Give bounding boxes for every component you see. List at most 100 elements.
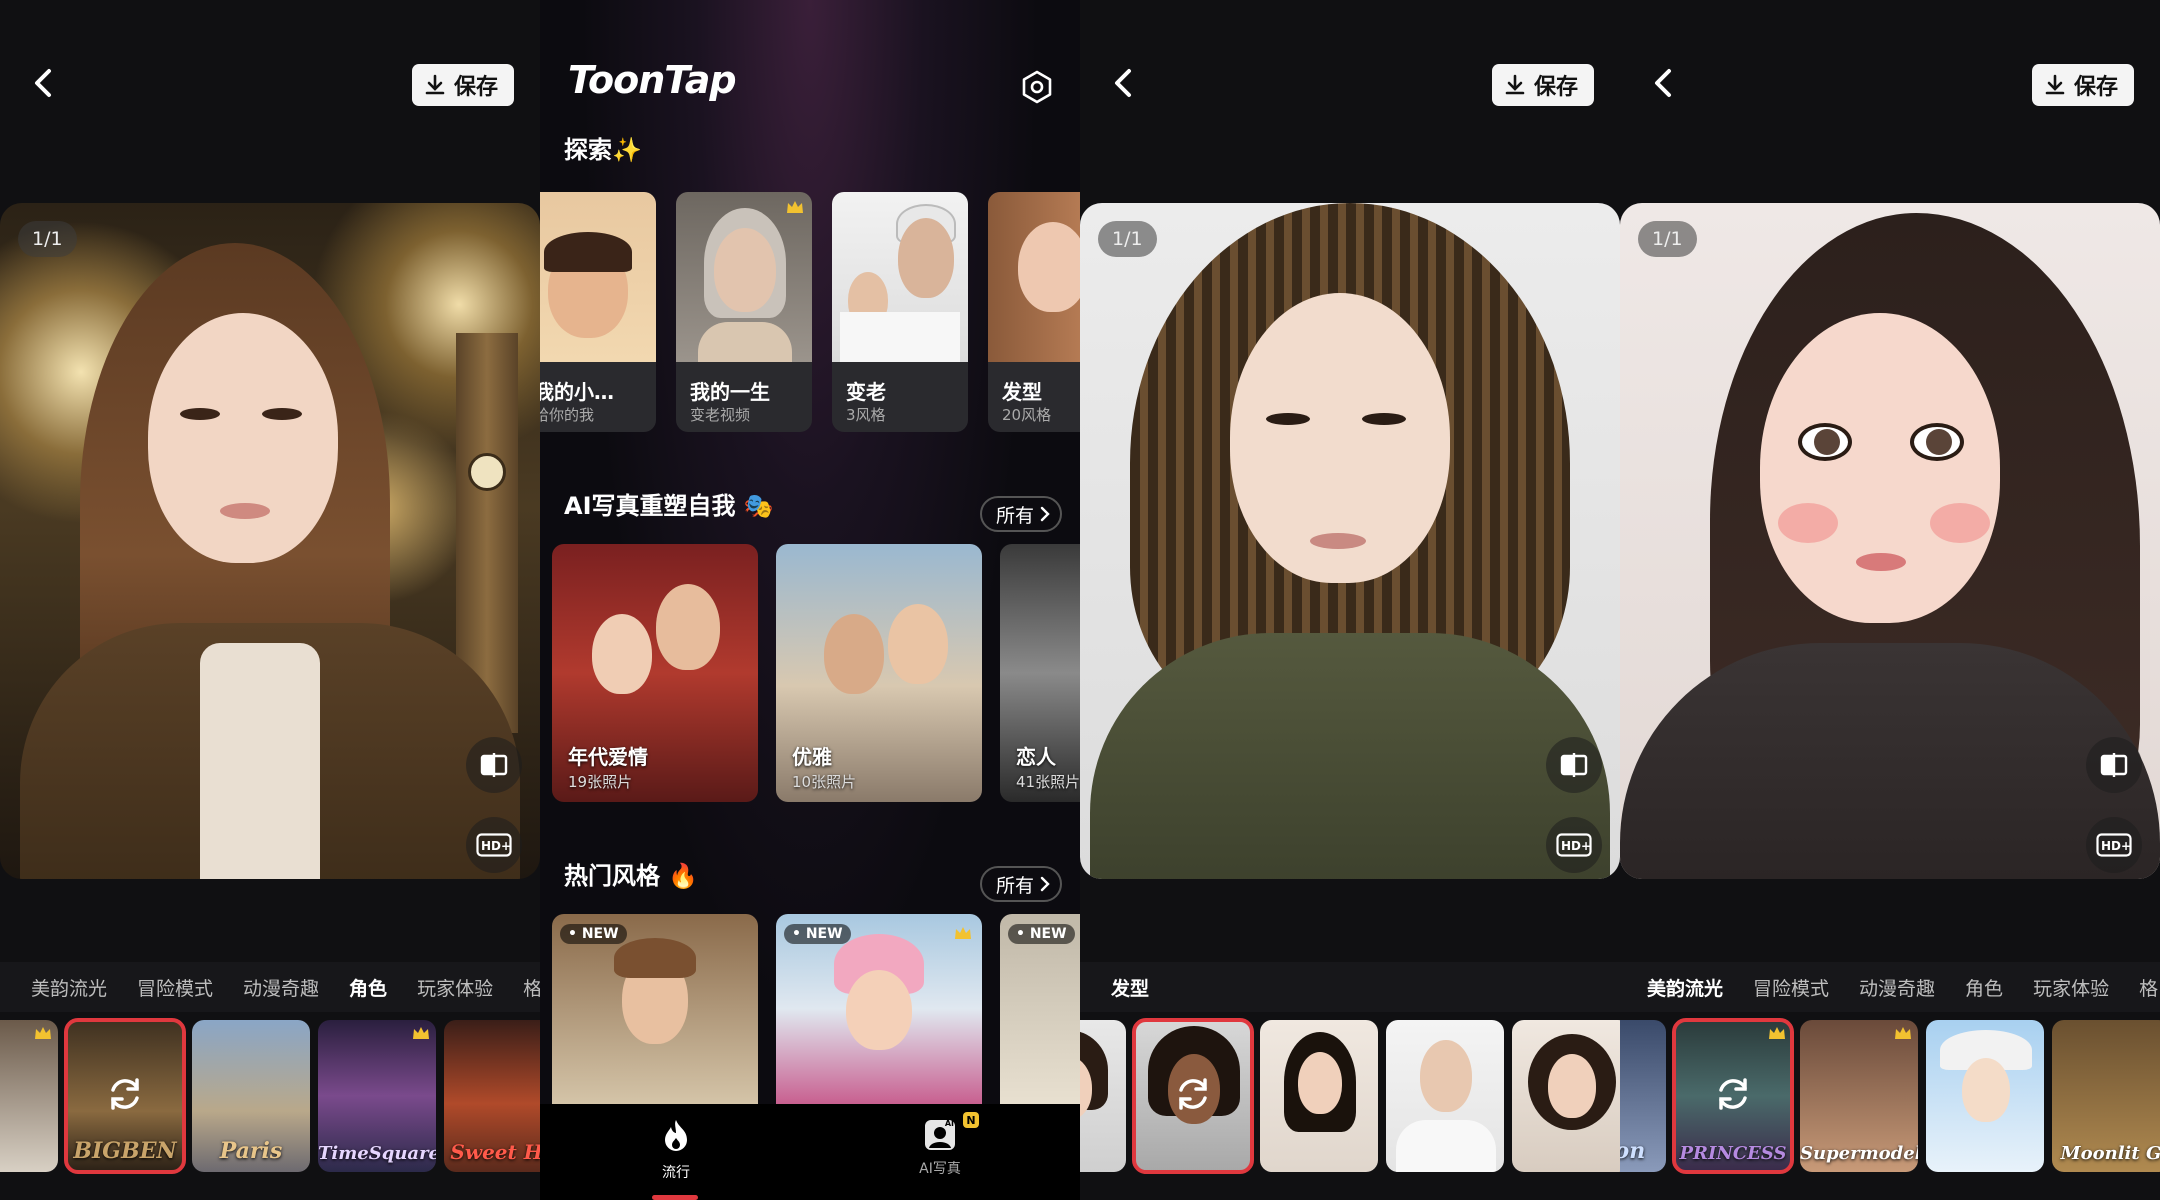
new-badge: • NEW [784, 924, 851, 944]
tab-category-active[interactable]: 发型 [1096, 974, 1164, 1001]
explore-title: 探索✨ [564, 136, 642, 164]
tab-category-active[interactable]: 角色 [334, 974, 402, 1001]
hd-button[interactable]: HD+ [1546, 817, 1602, 873]
settings-button[interactable] [1020, 70, 1054, 108]
svg-text:HD+: HD+ [2101, 839, 2131, 853]
category-tabs: 发型 [1080, 962, 1620, 1012]
chevron-right-icon [1040, 506, 1050, 522]
save-button[interactable]: 保存 [2031, 64, 2134, 106]
compare-button[interactable] [466, 737, 522, 793]
back-button[interactable] [26, 66, 60, 100]
ai-card-subtitle: 41张照片 [1016, 773, 1080, 791]
hot-style-card[interactable]: • NEW [1000, 914, 1080, 1104]
explore-card-subtitle: 变老视频 [690, 406, 751, 424]
download-icon [425, 74, 445, 95]
nav-ai-photo[interactable]: AI N AI写真 [880, 1112, 1000, 1178]
style-thumbnail[interactable]: Sweet Ha [444, 1020, 540, 1172]
ai-card-title: 恋人 [1016, 745, 1056, 769]
regenerate-icon[interactable] [1171, 1072, 1215, 1120]
hairstyle-thumbnail-selected[interactable] [1132, 1018, 1254, 1174]
regenerate-icon[interactable] [103, 1072, 147, 1120]
tab-category[interactable]: 格 [2124, 974, 2160, 1001]
style-thumbnail[interactable]: Vision [1620, 1020, 1666, 1172]
new-badge: • NEW [1008, 924, 1075, 944]
tab-category[interactable]: 冒险模式 [122, 974, 228, 1001]
page-counter: 1/1 [1098, 221, 1157, 257]
save-button[interactable]: 保存 [411, 64, 514, 106]
result-photo[interactable]: 1/1 HD+ [1620, 203, 2160, 879]
style-thumbnail-selected[interactable]: PRINCESS [1672, 1018, 1794, 1174]
hot-styles-carousel: • NEW • NEW • NEW [552, 914, 1080, 1104]
style-thumbnail[interactable] [1926, 1020, 2044, 1172]
hot-style-card[interactable]: • NEW [776, 914, 982, 1104]
tab-category[interactable]: 格 [508, 974, 540, 1001]
style-thumbnail[interactable]: TimeSquare [318, 1020, 436, 1172]
tab-category[interactable]: 冒险模式 [1738, 974, 1844, 1001]
tab-category[interactable]: 动漫奇趣 [228, 974, 334, 1001]
save-button[interactable]: 保存 [1491, 64, 1594, 106]
app-logo: ToonTap [568, 58, 737, 102]
result-photo[interactable]: 1/1 HD+ [1080, 203, 1620, 879]
explore-card[interactable]: 我的一生 变老视频 [676, 192, 812, 432]
svg-text:HD+: HD+ [481, 839, 511, 853]
ai-photo-card[interactable]: 优雅 10张照片 [776, 544, 982, 802]
explore-carousel: 我的小… 给你的我 我的一生 变老视频 变老 3风格 发型 20风格 [540, 192, 1080, 432]
back-button[interactable] [1106, 66, 1140, 100]
download-icon [1505, 74, 1525, 95]
regenerate-icon[interactable] [1711, 1072, 1755, 1120]
style-thumbnail[interactable] [0, 1020, 58, 1172]
explore-card[interactable]: 发型 20风格 [988, 192, 1080, 432]
hot-see-all-button[interactable]: 所有 [979, 866, 1062, 902]
compare-icon [480, 753, 508, 777]
gear-icon [1022, 70, 1052, 104]
ai-see-all-button[interactable]: 所有 [979, 496, 1062, 532]
chevron-left-icon [35, 69, 51, 97]
ai-card-title: 年代爱情 [568, 745, 648, 769]
tab-category[interactable]: 美韵流光 [16, 974, 122, 1001]
category-tabs: 美韵流光 冒险模式 动漫奇趣 角色 玩家体验 格 [1620, 962, 2160, 1012]
crown-icon [955, 927, 971, 939]
hairstyle-thumbnail[interactable] [1260, 1020, 1378, 1172]
page-counter: 1/1 [18, 221, 77, 257]
tab-category[interactable]: 动漫奇趣 [1844, 974, 1950, 1001]
result-photo[interactable]: 1/1 HD+ [0, 203, 540, 879]
hairstyle-thumbnail[interactable] [1386, 1020, 1504, 1172]
ai-photo-card[interactable]: 年代爱情 19张照片 [552, 544, 758, 802]
page-counter: 1/1 [1638, 221, 1697, 257]
see-all-label: 所有 [995, 504, 1034, 527]
hairstyle-thumbnail[interactable] [1080, 1020, 1126, 1172]
style-thumbnail[interactable]: Paris [192, 1020, 310, 1172]
crown-icon [1769, 1027, 1785, 1039]
chevron-left-icon [1115, 69, 1131, 97]
crown-icon [787, 201, 803, 213]
editor-panel-cartoon: 保存 1/1 HD+ 美韵流光 冒险模式 动漫奇趣 角色 玩家体验 格 Visi… [1620, 0, 2160, 1200]
hd-button[interactable]: HD+ [2086, 817, 2142, 873]
explore-card[interactable]: 我的小… 给你的我 [540, 192, 656, 432]
compare-button[interactable] [1546, 737, 1602, 793]
tab-category[interactable]: 角色 [1950, 974, 2018, 1001]
download-icon [2045, 74, 2065, 95]
tab-category-active[interactable]: 美韵流光 [1632, 974, 1738, 1001]
tab-category[interactable]: 玩家体验 [402, 974, 508, 1001]
hot-style-card[interactable]: • NEW [552, 914, 758, 1104]
hd-button[interactable]: HD+ [466, 817, 522, 873]
hairstyle-thumbnail[interactable] [1512, 1020, 1620, 1172]
compare-button[interactable] [2086, 737, 2142, 793]
ai-card-subtitle: 19张照片 [568, 773, 633, 791]
style-caption: BIGBEN [73, 1138, 177, 1164]
style-caption: TimeSquare [318, 1143, 436, 1164]
style-thumbnail[interactable]: Moonlit G [2052, 1020, 2160, 1172]
style-thumbnail-selected[interactable]: BIGBEN [64, 1018, 186, 1174]
style-thumbnail[interactable]: Supermodel [1800, 1020, 1918, 1172]
tab-category[interactable]: 玩家体验 [2018, 974, 2124, 1001]
nav-active-indicator [652, 1195, 698, 1200]
explore-card[interactable]: 变老 3风格 [832, 192, 968, 432]
style-caption: Vision [1620, 1138, 1646, 1164]
style-caption: Paris [219, 1138, 283, 1164]
back-button[interactable] [1646, 66, 1680, 100]
style-caption: PRINCESS [1679, 1143, 1787, 1164]
app-home-panel: ToonTap 探索✨ 我的小… 给你的我 我的一生 变老视频 变老 3风格 发… [540, 0, 1080, 1200]
save-label: 保存 [2073, 75, 2118, 100]
ai-photo-card[interactable]: 恋人 41张照片 [1000, 544, 1080, 802]
nav-trending[interactable]: 流行 [616, 1118, 736, 1182]
